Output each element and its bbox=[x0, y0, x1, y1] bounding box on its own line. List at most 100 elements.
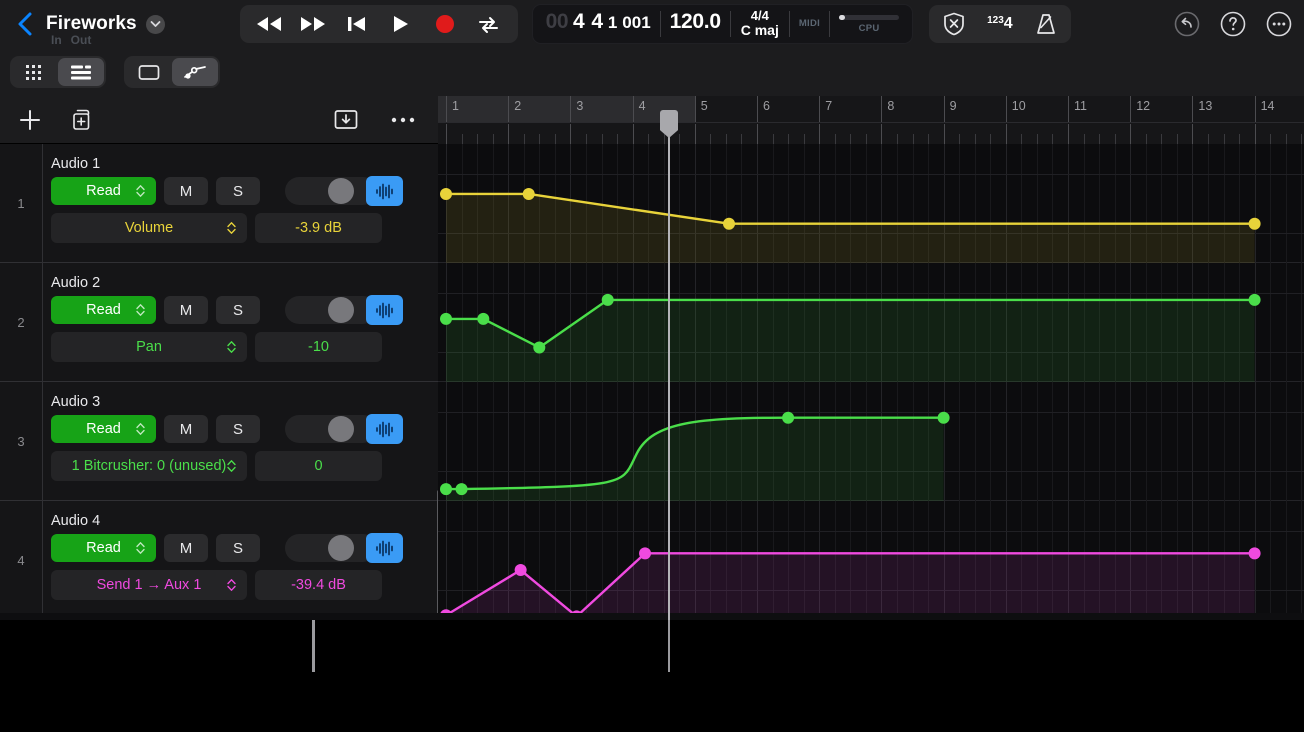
cycle-button[interactable] bbox=[470, 5, 508, 43]
mute-button[interactable]: M bbox=[164, 296, 208, 324]
show-waveform-button[interactable] bbox=[366, 414, 403, 444]
ruler-beat-tick bbox=[1036, 134, 1038, 144]
automation-value[interactable]: -39.4 dB bbox=[255, 570, 382, 600]
automation-parameter-select[interactable]: Pan bbox=[51, 332, 247, 362]
track-header-row[interactable]: 1 Audio 1 Read M S Volume -3.9 dB bbox=[0, 144, 438, 263]
automation-curve[interactable] bbox=[438, 382, 1304, 501]
more-circle-icon bbox=[1266, 11, 1292, 37]
metronome-button[interactable] bbox=[1027, 5, 1065, 43]
automation-value[interactable]: -3.9 dB bbox=[255, 213, 382, 243]
timeline-ruler[interactable]: 1 2 3 4 5 6 7 8 9 10 11 12 13 14 bbox=[438, 96, 1304, 144]
lcd-position-ticks: 001 bbox=[622, 13, 651, 32]
grid-view-button[interactable] bbox=[12, 58, 58, 86]
ruler-bar-label: 5 bbox=[700, 99, 708, 113]
automation-parameter-select[interactable]: 1 Bitcrusher: 0 (unused) bbox=[51, 451, 247, 481]
automation-parameter-select[interactable]: Send 1 → Aux 1 bbox=[51, 570, 247, 600]
fast-forward-button[interactable] bbox=[294, 5, 332, 43]
mute-button[interactable]: M bbox=[164, 177, 208, 205]
chevron-down-icon bbox=[150, 21, 161, 27]
automation-node[interactable] bbox=[782, 411, 795, 424]
track-divider bbox=[42, 263, 43, 382]
show-waveform-button[interactable] bbox=[366, 176, 403, 206]
track-header-row[interactable]: 2 Audio 2 Read M S Pan -10 bbox=[0, 263, 438, 382]
record-button[interactable] bbox=[426, 5, 464, 43]
ruler-bar-label: 12 bbox=[1136, 99, 1151, 113]
automation-node[interactable] bbox=[440, 483, 452, 496]
undo-button[interactable] bbox=[1174, 11, 1200, 37]
region-mode-button[interactable] bbox=[126, 58, 172, 86]
ruler-bar-label: 2 bbox=[514, 99, 522, 113]
automation-node[interactable] bbox=[1248, 293, 1261, 306]
ruler-beat-tick bbox=[1052, 134, 1054, 144]
add-track-button[interactable] bbox=[10, 96, 50, 144]
more-options-button[interactable] bbox=[1266, 11, 1292, 37]
track-enable-toggle[interactable] bbox=[285, 177, 377, 205]
lcd-display[interactable]: 00 4 4 1 001 120.0 4/4 C maj In Out MIDI… bbox=[51, 4, 914, 47]
automation-node[interactable] bbox=[639, 547, 652, 560]
automation-lane[interactable] bbox=[438, 501, 1304, 620]
low-latency-button[interactable] bbox=[935, 5, 973, 43]
mute-button[interactable]: M bbox=[164, 415, 208, 443]
automation-node[interactable] bbox=[601, 293, 614, 306]
solo-button[interactable]: S bbox=[216, 534, 260, 562]
automation-lane[interactable] bbox=[438, 263, 1304, 382]
solo-button[interactable]: S bbox=[216, 415, 260, 443]
track-name: Audio 4 bbox=[51, 513, 101, 529]
ruler-bar-label: 7 bbox=[825, 99, 833, 113]
mute-button[interactable]: M bbox=[164, 534, 208, 562]
automation-value[interactable]: 0 bbox=[255, 451, 382, 481]
ruler-beat-tick bbox=[803, 134, 805, 144]
lcd-position-beat: 4 bbox=[591, 10, 603, 33]
automation-node[interactable] bbox=[723, 217, 736, 230]
automation-lane[interactable] bbox=[438, 144, 1304, 263]
track-enable-toggle[interactable] bbox=[285, 534, 377, 562]
automation-node[interactable] bbox=[533, 341, 546, 354]
rewind-button[interactable] bbox=[250, 5, 288, 43]
back-button[interactable] bbox=[8, 0, 42, 48]
automation-curve[interactable] bbox=[438, 501, 1304, 620]
automation-mode-button[interactable] bbox=[172, 58, 218, 86]
automation-node[interactable] bbox=[440, 312, 452, 325]
automation-curve[interactable] bbox=[438, 263, 1304, 382]
count-in-button[interactable]: 1234 bbox=[975, 15, 1025, 33]
automation-node[interactable] bbox=[1248, 217, 1261, 230]
automation-node[interactable] bbox=[514, 564, 527, 577]
automation-node[interactable] bbox=[1248, 547, 1261, 560]
automation-parameter-select[interactable]: Volume bbox=[51, 213, 247, 243]
automation-lane[interactable] bbox=[438, 382, 1304, 501]
track-header-more-button[interactable] bbox=[386, 96, 420, 144]
lcd-tempo-value: 120.0 bbox=[669, 10, 721, 33]
help-button[interactable] bbox=[1220, 11, 1246, 37]
show-waveform-button[interactable] bbox=[366, 533, 403, 563]
go-to-start-button[interactable] bbox=[338, 5, 376, 43]
automation-node[interactable] bbox=[440, 187, 452, 200]
play-button[interactable] bbox=[382, 5, 420, 43]
automation-node[interactable] bbox=[937, 411, 950, 424]
project-menu-button[interactable] bbox=[145, 14, 165, 34]
automation-node[interactable] bbox=[477, 312, 490, 325]
fast-forward-icon bbox=[300, 17, 325, 31]
solo-button[interactable]: S bbox=[216, 177, 260, 205]
automation-mode-select[interactable]: Read bbox=[51, 296, 156, 324]
solo-button[interactable]: S bbox=[216, 296, 260, 324]
automation-curve[interactable] bbox=[438, 144, 1304, 263]
track-enable-toggle[interactable] bbox=[285, 415, 377, 443]
track-header-row[interactable]: 3 Audio 3 Read M S 1 Bitcrusher: 0 (unus… bbox=[0, 382, 438, 501]
track-enable-toggle[interactable] bbox=[285, 296, 377, 324]
automation-mode-select[interactable]: Read bbox=[51, 177, 156, 205]
lcd-signature[interactable]: 4/4 C maj bbox=[731, 9, 789, 38]
automation-node[interactable] bbox=[455, 483, 468, 496]
duplicate-track-button[interactable] bbox=[62, 96, 102, 144]
lcd-tempo[interactable]: 120.0 bbox=[661, 10, 730, 38]
automation-mode-select[interactable]: Read bbox=[51, 415, 156, 443]
lcd-position[interactable]: 00 4 4 1 001 bbox=[537, 10, 660, 38]
automation-node[interactable] bbox=[522, 187, 535, 200]
show-waveform-button[interactable] bbox=[366, 295, 403, 325]
track-header-row[interactable]: 4 Audio 4 Read M S Send 1 → Aux 1 -39.4 … bbox=[0, 501, 438, 620]
automation-lanes[interactable] bbox=[438, 144, 1304, 620]
cycle-range[interactable] bbox=[438, 96, 695, 122]
list-view-button[interactable] bbox=[58, 58, 104, 86]
automation-value[interactable]: -10 bbox=[255, 332, 382, 362]
import-button[interactable] bbox=[329, 96, 363, 144]
automation-mode-select[interactable]: Read bbox=[51, 534, 156, 562]
